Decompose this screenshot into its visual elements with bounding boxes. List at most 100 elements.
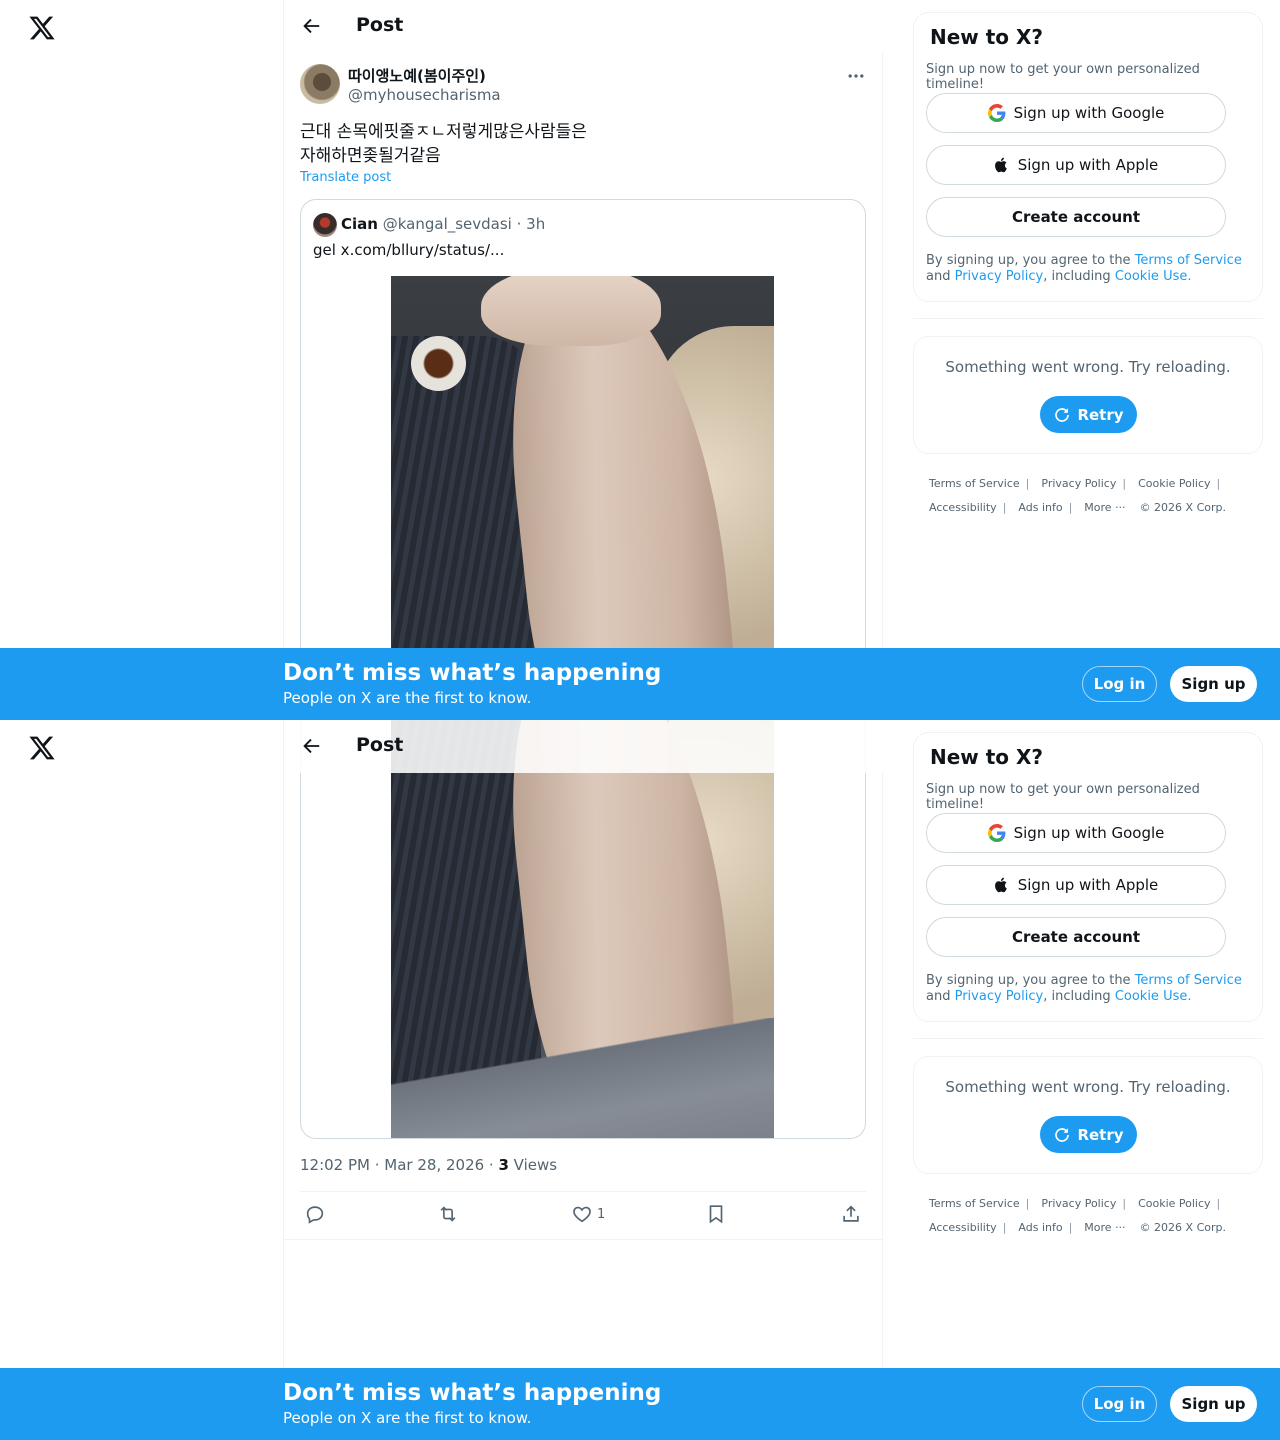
cookie-use-link[interactable]: Cookie Use xyxy=(1115,989,1188,1004)
footer-privacy-link[interactable]: Privacy Policy xyxy=(1041,1197,1116,1210)
error-message: Something went wrong. Try reloading. xyxy=(945,358,1231,376)
privacy-policy-link[interactable]: Privacy Policy xyxy=(955,269,1044,284)
reply-button[interactable] xyxy=(304,1203,326,1225)
reply-icon xyxy=(306,1206,324,1224)
quoted-post-card[interactable]: Cian @kangal_sevdasi · 3h gel x.com/bllu… xyxy=(300,199,866,720)
signup-subtitle: Sign up now to get your own personalized… xyxy=(926,62,1200,92)
login-button[interactable]: Log in xyxy=(1082,1386,1157,1422)
signup-title: New to X? xyxy=(930,745,1044,769)
error-card: Something went wrong. Try reloading. Ret… xyxy=(913,336,1263,454)
legal-prefix: By signing up, you agree to the xyxy=(926,253,1135,268)
share-button[interactable] xyxy=(840,1203,862,1225)
legal-including: , including xyxy=(1043,269,1115,284)
footer-separator: | xyxy=(1216,477,1221,490)
signup-apple-label: Sign up with Apple xyxy=(1017,156,1159,174)
back-arrow-icon[interactable] xyxy=(300,15,322,37)
views-label: Views xyxy=(508,1156,558,1174)
author-handle[interactable]: @myhousecharisma xyxy=(348,86,501,104)
footer-more-link[interactable]: More ··· xyxy=(1084,501,1125,514)
signup-apple-button[interactable]: Sign up with Apple xyxy=(926,865,1226,905)
terms-of-service-link[interactable]: Terms of Service xyxy=(1135,973,1242,988)
bottom-signup-banner: Don’t miss what’s happening People on X … xyxy=(0,648,1280,720)
footer-terms-link[interactable]: Terms of Service xyxy=(929,1197,1020,1210)
post-actions: 1 xyxy=(300,1203,866,1243)
legal-prefix: By signing up, you agree to the xyxy=(926,973,1135,988)
footer-separator: | xyxy=(1122,477,1127,490)
banner-title: Don’t miss what’s happening xyxy=(283,660,662,686)
post-timestamp[interactable]: 12:02 PM · Mar 28, 2026 · xyxy=(300,1156,498,1174)
translate-post-link[interactable]: Translate post xyxy=(300,170,391,185)
meta-divider xyxy=(300,1191,866,1192)
login-button[interactable]: Log in xyxy=(1082,666,1157,702)
page-title: Post xyxy=(356,14,404,36)
back-arrow-icon[interactable] xyxy=(300,735,322,757)
signup-apple-label: Sign up with Apple xyxy=(1017,876,1159,894)
signup-google-button[interactable]: Sign up with Google xyxy=(926,93,1226,133)
post-meta: 12:02 PM · Mar 28, 2026 · 3 Views xyxy=(300,1156,557,1174)
bottom-signup-banner: Don’t miss what’s happening People on X … xyxy=(0,1368,1280,1440)
screenshot-frame-top: Post 따이앵노예(봄이주인) @myhousecharisma 근대 손목에… xyxy=(0,0,1280,720)
quoted-post-image[interactable] xyxy=(391,720,774,1138)
quoted-author-handle: @kangal_sevdasi xyxy=(382,215,512,233)
footer-privacy-link[interactable]: Privacy Policy xyxy=(1041,477,1116,490)
footer-separator: | xyxy=(1068,1221,1073,1234)
repost-button[interactable] xyxy=(437,1203,459,1225)
retry-button[interactable]: Retry xyxy=(1040,1116,1137,1153)
bookmark-button[interactable] xyxy=(705,1203,727,1225)
image-region xyxy=(411,336,466,391)
signup-button[interactable]: Sign up xyxy=(1170,666,1257,702)
signup-subtitle: Sign up now to get your own personalized… xyxy=(926,782,1200,812)
create-account-button[interactable]: Create account xyxy=(926,917,1226,957)
footer-cookie-link[interactable]: Cookie Policy xyxy=(1138,1197,1210,1210)
quoted-author-avatar xyxy=(313,213,337,237)
primary-column: Post 따이앵노예(봄이주인) @myhousecharisma 근대 손목에… xyxy=(283,0,883,720)
footer-accessibility-link[interactable]: Accessibility xyxy=(929,501,997,514)
share-icon xyxy=(843,1205,859,1222)
footer-ads-link[interactable]: Ads info xyxy=(1018,501,1062,514)
signup-apple-button[interactable]: Sign up with Apple xyxy=(926,145,1226,185)
footer-separator: | xyxy=(1216,1197,1221,1210)
banner-subtitle: People on X are the first to know. xyxy=(283,689,532,707)
sidebar-footer: Terms of Service | Privacy Policy | Cookie P… xyxy=(929,472,1259,520)
retry-button[interactable]: Retry xyxy=(1040,396,1137,433)
footer-accessibility-link[interactable]: Accessibility xyxy=(929,1221,997,1234)
like-button[interactable]: 1 xyxy=(571,1203,605,1225)
signup-google-label: Sign up with Google xyxy=(1013,104,1165,122)
repost-icon xyxy=(440,1206,456,1222)
more-options-icon[interactable] xyxy=(846,66,866,86)
screenshot-frame-bottom: Post 12:02 PM · Mar 28, 2026 · 3 Views 1… xyxy=(0,720,1280,1440)
footer-separator: | xyxy=(1002,1221,1007,1234)
legal-including: , including xyxy=(1043,989,1115,1004)
privacy-policy-link[interactable]: Privacy Policy xyxy=(955,989,1044,1004)
sidebar-footer: Terms of Service | Privacy Policy | Cookie P… xyxy=(929,1192,1259,1240)
quoted-post-card[interactable] xyxy=(300,720,866,1139)
footer-terms-link[interactable]: Terms of Service xyxy=(929,477,1020,490)
terms-of-service-link[interactable]: Terms of Service xyxy=(1135,253,1242,268)
post-text: 근대 손목에핏줄ㅈㄴ저렇게많은사람들은 자해하면좆될거같음 xyxy=(300,122,587,166)
author-avatar[interactable] xyxy=(300,64,340,104)
author-name[interactable]: 따이앵노예(봄이주인) xyxy=(348,65,486,86)
post-bottom-divider xyxy=(284,1239,883,1240)
footer-separator: | xyxy=(1002,501,1007,514)
x-logo-icon[interactable] xyxy=(28,734,56,762)
views-count: 3 xyxy=(498,1156,509,1174)
quoted-post-time: · 3h xyxy=(511,215,546,233)
signup-google-button[interactable]: Sign up with Google xyxy=(926,813,1226,853)
page-header: Post xyxy=(284,0,883,53)
google-icon xyxy=(987,824,1006,842)
heart-icon xyxy=(573,1206,591,1223)
retry-label: Retry xyxy=(1077,1125,1124,1144)
legal-and: and xyxy=(926,989,955,1004)
banner-title: Don’t miss what’s happening xyxy=(283,1380,662,1406)
cookie-use-link[interactable]: Cookie Use xyxy=(1115,269,1188,284)
signup-button[interactable]: Sign up xyxy=(1170,1386,1257,1422)
footer-ads-link[interactable]: Ads info xyxy=(1018,1221,1062,1234)
footer-more-link[interactable]: More ··· xyxy=(1084,1221,1125,1234)
quoted-post-text: gel x.com/bllury/status/... xyxy=(313,241,505,259)
legal-end: . xyxy=(1187,989,1192,1004)
signup-title: New to X? xyxy=(930,25,1044,49)
create-account-button[interactable]: Create account xyxy=(926,197,1226,237)
footer-cookie-link[interactable]: Cookie Policy xyxy=(1138,477,1210,490)
error-card: Something went wrong. Try reloading. Ret… xyxy=(913,1056,1263,1174)
x-logo-icon[interactable] xyxy=(28,14,56,42)
